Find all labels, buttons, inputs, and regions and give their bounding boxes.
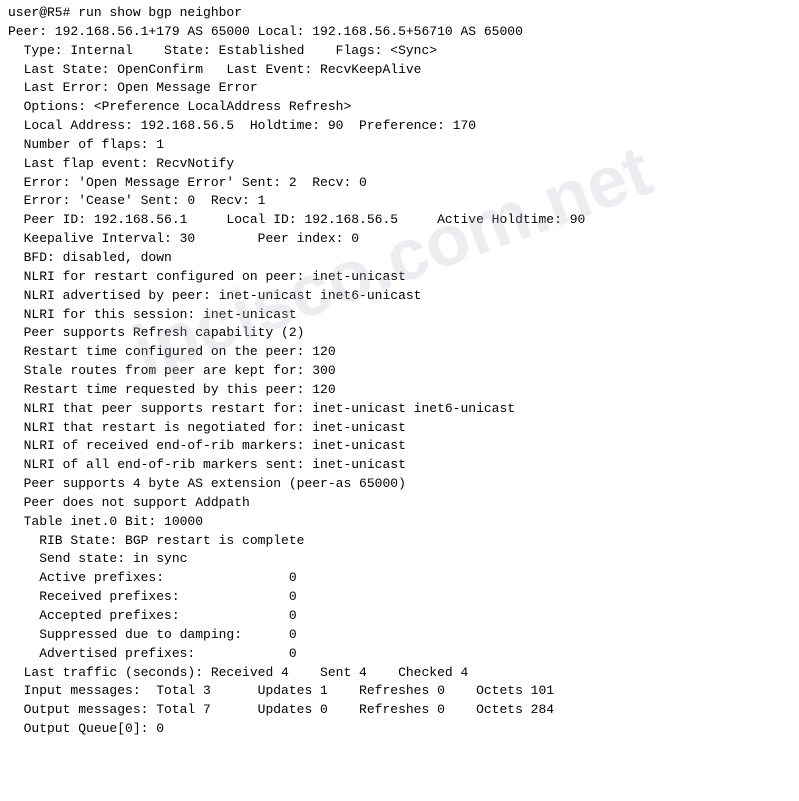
line: Peer: 192.168.56.1+179 AS 65000 Local: 1… — [8, 23, 791, 42]
output-lines: user@R5# run show bgp neighborPeer: 192.… — [8, 4, 791, 739]
line: Peer does not support Addpath — [8, 494, 791, 513]
line: Restart time configured on the peer: 120 — [8, 343, 791, 362]
line: Last flap event: RecvNotify — [8, 155, 791, 174]
line: Restart time requested by this peer: 120 — [8, 381, 791, 400]
line: user@R5# run show bgp neighbor — [8, 4, 791, 23]
line: Peer ID: 192.168.56.1 Local ID: 192.168.… — [8, 211, 791, 230]
line: NLRI of all end-of-rib markers sent: ine… — [8, 456, 791, 475]
line: NLRI that restart is negotiated for: ine… — [8, 419, 791, 438]
line: Send state: in sync — [8, 550, 791, 569]
line: NLRI that peer supports restart for: ine… — [8, 400, 791, 419]
line: Error: 'Cease' Sent: 0 Recv: 1 — [8, 192, 791, 211]
line: BFD: disabled, down — [8, 249, 791, 268]
line: Advertised prefixes: 0 — [8, 645, 791, 664]
line: Number of flaps: 1 — [8, 136, 791, 155]
line: Last traffic (seconds): Received 4 Sent … — [8, 664, 791, 683]
line: Stale routes from peer are kept for: 300 — [8, 362, 791, 381]
line: Peer supports Refresh capability (2) — [8, 324, 791, 343]
line: Suppressed due to damping: 0 — [8, 626, 791, 645]
line: Type: Internal State: Established Flags:… — [8, 42, 791, 61]
line: Table inet.0 Bit: 10000 — [8, 513, 791, 532]
line: Options: <Preference LocalAddress Refres… — [8, 98, 791, 117]
line: Output Queue[0]: 0 — [8, 720, 791, 739]
line: Last State: OpenConfirm Last Event: Recv… — [8, 61, 791, 80]
line: Received prefixes: 0 — [8, 588, 791, 607]
terminal-window: ipcisco.com.net user@R5# run show bgp ne… — [0, 0, 799, 801]
line: NLRI for restart configured on peer: ine… — [8, 268, 791, 287]
line: NLRI for this session: inet-unicast — [8, 306, 791, 325]
line: Accepted prefixes: 0 — [8, 607, 791, 626]
line: Active prefixes: 0 — [8, 569, 791, 588]
line: Input messages: Total 3 Updates 1 Refres… — [8, 682, 791, 701]
line: Keepalive Interval: 30 Peer index: 0 — [8, 230, 791, 249]
line: RIB State: BGP restart is complete — [8, 532, 791, 551]
line: NLRI advertised by peer: inet-unicast in… — [8, 287, 791, 306]
line: Local Address: 192.168.56.5 Holdtime: 90… — [8, 117, 791, 136]
line: NLRI of received end-of-rib markers: ine… — [8, 437, 791, 456]
line: Peer supports 4 byte AS extension (peer-… — [8, 475, 791, 494]
line: Last Error: Open Message Error — [8, 79, 791, 98]
line: Error: 'Open Message Error' Sent: 2 Recv… — [8, 174, 791, 193]
line: Output messages: Total 7 Updates 0 Refre… — [8, 701, 791, 720]
